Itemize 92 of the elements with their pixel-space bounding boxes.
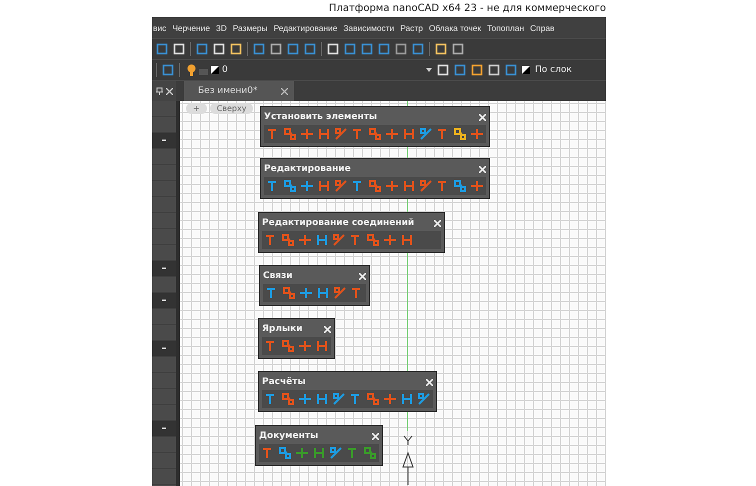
palette-title: Связи [263,271,293,281]
tool-icon[interactable] [334,179,348,193]
tool-icon[interactable] [470,127,484,141]
menu-item[interactable]: Размеры [232,22,268,32]
collapse-toggle[interactable]: – [162,295,166,306]
tool-icon[interactable] [332,392,346,406]
collapse-toggle[interactable]: – [162,263,166,274]
menu-item[interactable]: Растр [400,22,423,32]
color-swatch-icon [522,66,530,74]
collapse-toggle[interactable]: – [162,343,166,354]
layer-name: 0 [222,65,228,75]
tool-icon[interactable] [368,179,382,193]
tool-icon[interactable] [402,127,416,141]
menu-item[interactable]: Зависимости [343,22,394,32]
menu-item[interactable]: Топоплан [487,22,524,32]
tool-icon[interactable] [315,392,329,406]
menu-item[interactable]: Редактирование [274,22,338,32]
tool-icon[interactable] [419,127,433,141]
tool-icon[interactable] [400,392,414,406]
menu-item[interactable]: Справ [530,22,554,32]
close-icon[interactable] [166,88,172,94]
tool-icon[interactable] [400,233,414,247]
palette-title: Ярлыки [262,324,303,334]
tool-icon[interactable] [333,286,347,300]
tool-icon[interactable] [281,392,295,406]
tool-icon[interactable] [366,233,380,247]
tool-icon[interactable] [383,392,397,406]
tool-icon[interactable] [363,446,377,460]
tool-icon[interactable] [317,127,331,141]
lightbulb-icon [187,64,196,76]
menu-item[interactable]: 3D [216,22,227,32]
tool-icon[interactable] [315,339,329,353]
toolbar-icon[interactable] [230,43,242,55]
toolbar-icon[interactable] [435,43,447,55]
layer-dropdown[interactable]: 0 [185,62,421,78]
tool-icon[interactable] [419,179,433,193]
tool-icon[interactable] [317,179,331,193]
menu-item[interactable]: Черчение [172,22,210,32]
tool-icon[interactable] [312,446,326,460]
tool-icon[interactable] [385,179,399,193]
color-swatch-icon [211,66,219,74]
drawing-canvas[interactable]: + Сверху Установить элементы Редактирование Редактирование соединений Связи Ярлыки Расчёты Документы [180,101,606,486]
tool-icon[interactable] [315,233,329,247]
tool-icon[interactable] [281,233,295,247]
toolbar-icon[interactable] [471,64,483,76]
tool-icon[interactable] [453,179,467,193]
palette-title: Установить элементы [264,112,378,122]
tool-icon[interactable] [298,233,312,247]
palette-title: Редактирование [264,164,351,174]
tool-icon[interactable] [283,179,297,193]
caret-icon[interactable] [426,68,432,72]
tool-icon[interactable] [316,286,330,300]
tool-icon[interactable] [332,233,346,247]
tool-icon[interactable] [385,127,399,141]
tool-icon[interactable] [278,446,292,460]
tool-icon[interactable] [368,127,382,141]
view-control[interactable]: + [186,103,207,114]
toolbar-icon[interactable] [270,43,282,55]
toolbar-icon[interactable] [488,64,500,76]
window-title: Платформа nanoCAD x64 23 - не для коммерческого [328,3,606,14]
tool-icon[interactable] [299,286,313,300]
document-tab[interactable]: Без имени0* [184,81,294,101]
tool-icon[interactable] [300,127,314,141]
tool-icon[interactable] [383,233,397,247]
menu-item[interactable]: Облака точек [428,22,482,32]
menu-item[interactable]: вис [153,22,166,32]
tool-icon[interactable] [453,127,467,141]
tool-icon[interactable] [283,127,297,141]
tool-icon[interactable] [295,446,309,460]
linetype-value[interactable]: По слок [535,65,572,75]
tool-icon[interactable] [334,127,348,141]
pin-icon[interactable] [156,87,162,95]
tool-icon[interactable] [366,392,380,406]
tool-icon[interactable] [402,179,416,193]
tool-icon[interactable] [470,179,484,193]
tool-icon[interactable] [298,339,312,353]
palette-title: Документы [259,431,318,441]
toolbar-icon[interactable] [452,43,464,55]
tool-icon[interactable] [300,179,314,193]
palette-title: Редактирование соединений [262,218,414,228]
collapse-toggle[interactable]: – [162,135,166,146]
view-control[interactable]: Сверху [210,103,254,114]
tool-icon[interactable] [329,446,343,460]
palette-title: Расчёты [262,377,306,387]
tool-icon[interactable] [417,392,431,406]
ucs-icon [402,435,414,485]
tool-icon[interactable] [281,339,295,353]
close-icon[interactable] [281,88,288,94]
toolbar-icon[interactable] [395,43,407,55]
collapse-toggle[interactable]: – [162,423,166,434]
tool-icon[interactable] [298,392,312,406]
tool-icon[interactable] [282,286,296,300]
